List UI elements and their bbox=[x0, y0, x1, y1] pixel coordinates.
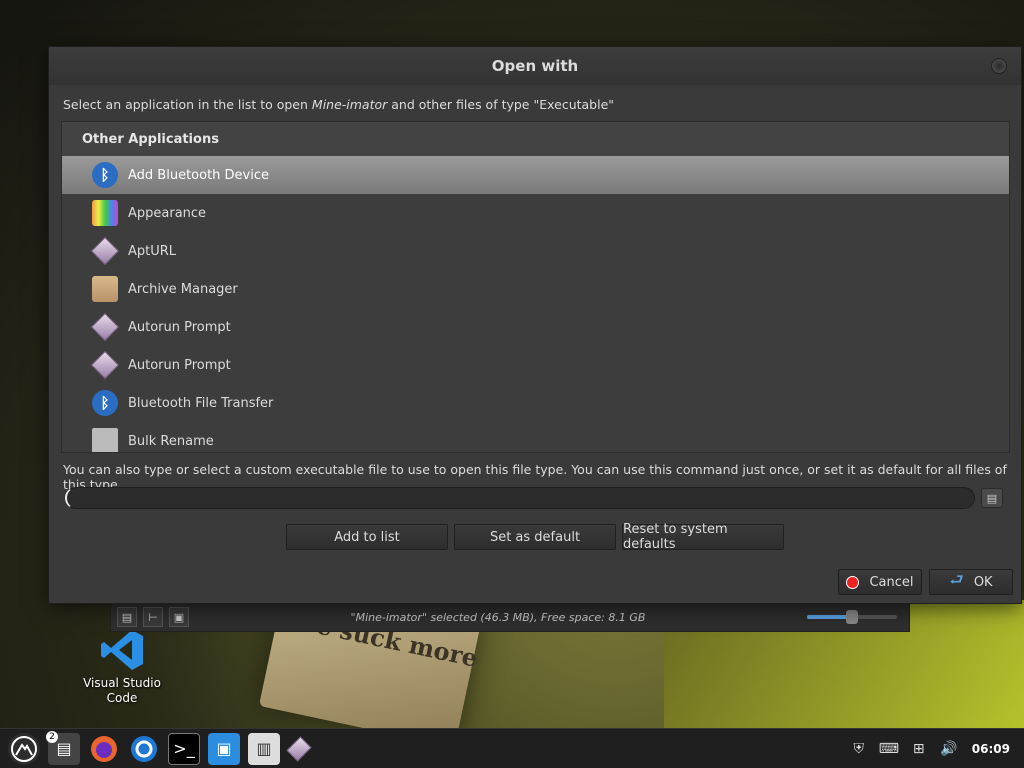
start-menu-icon[interactable] bbox=[8, 732, 40, 765]
file-manager-task-icon[interactable]: 2 ▤ bbox=[46, 730, 80, 765]
set-as-default-button[interactable]: Set as default bbox=[454, 524, 616, 550]
zoom-slider-knob[interactable] bbox=[846, 610, 858, 624]
mine-imator-task-icon[interactable] bbox=[286, 733, 320, 765]
bulk-rename-icon bbox=[92, 428, 118, 452]
terminal-toggle-icon[interactable]: ▣ bbox=[169, 607, 189, 627]
file-manager-status-text: "Mine-imator" selected (46.3 MB), Free s… bbox=[350, 610, 646, 624]
file-manager-statusbar: ▤ ⊢ ▣ "Mine-imator" selected (46.3 MB), … bbox=[110, 602, 910, 632]
app-list-item[interactable]: Archive Manager bbox=[62, 270, 1009, 308]
custom-command-input[interactable] bbox=[65, 487, 975, 509]
cancel-button[interactable]: Cancel bbox=[838, 569, 922, 595]
keyboard-icon[interactable]: ⌨ bbox=[878, 738, 900, 760]
open-with-dialog: Open with Select an application in the l… bbox=[48, 46, 1022, 604]
shield-icon[interactable]: ⛨ bbox=[848, 738, 870, 760]
tree-view-icon[interactable]: ⊢ bbox=[143, 607, 163, 627]
clock[interactable]: 06:09 bbox=[972, 742, 1010, 756]
desktop-icon-vscode[interactable]: Visual Studio Code bbox=[72, 628, 172, 706]
app-label: Add Bluetooth Device bbox=[128, 167, 270, 183]
zoom-slider[interactable] bbox=[807, 610, 897, 624]
app-list-item[interactable]: Autorun Prompt bbox=[62, 346, 1009, 384]
dialog-title: Open with bbox=[491, 57, 579, 75]
archive-task-icon[interactable]: ▥ bbox=[248, 732, 280, 765]
enter-arrow-icon: ⮐ bbox=[949, 569, 964, 589]
taskbar: 2 ▤ >_ ▣ ▥ ⛨ ⌨ ⊞ 🔊 06:09 bbox=[0, 728, 1024, 768]
app-list-item[interactable]: ᛒ Add Bluetooth Device bbox=[62, 156, 1009, 194]
app-label: AptURL bbox=[128, 243, 177, 259]
reset-defaults-button[interactable]: Reset to system defaults bbox=[622, 522, 784, 552]
app-list-item[interactable]: Appearance bbox=[62, 194, 1009, 232]
diamond-icon bbox=[90, 236, 120, 266]
store-icon[interactable]: ▣ bbox=[208, 732, 240, 765]
app-label: Appearance bbox=[128, 205, 207, 221]
volume-icon[interactable]: 🔊 bbox=[938, 738, 960, 760]
system-tray: ⛨ ⌨ ⊞ 🔊 06:09 bbox=[848, 738, 1024, 760]
cancel-icon bbox=[846, 575, 860, 589]
bluetooth-icon: ᛒ bbox=[92, 162, 118, 188]
intro-suffix: and other files of type "Executable" bbox=[387, 97, 615, 112]
close-icon[interactable] bbox=[991, 58, 1007, 74]
terminal-icon[interactable]: >_ bbox=[168, 732, 200, 765]
app-label: Autorun Prompt bbox=[128, 357, 231, 373]
network-icon[interactable]: ⊞ bbox=[908, 738, 930, 760]
app-list-item[interactable]: Autorun Prompt bbox=[62, 308, 1009, 346]
ok-button[interactable]: ⮐ OK bbox=[929, 569, 1013, 595]
browse-icon[interactable]: ▤ bbox=[981, 488, 1003, 508]
diamond-icon bbox=[286, 735, 312, 762]
cancel-label: Cancel bbox=[869, 574, 914, 590]
app-label: Bulk Rename bbox=[128, 433, 214, 449]
application-list[interactable]: Other Applications ᛒ Add Bluetooth Device… bbox=[61, 121, 1010, 453]
bluetooth-icon: ᛒ bbox=[92, 390, 118, 416]
folder-view-icon[interactable]: ▤ bbox=[117, 607, 137, 627]
task-badge: 2 bbox=[46, 730, 58, 743]
desktop-icon-label: Visual Studio Code bbox=[83, 676, 161, 705]
vscode-icon bbox=[99, 628, 145, 672]
archive-icon bbox=[92, 276, 118, 302]
diamond-icon bbox=[90, 312, 120, 342]
list-header: Other Applications bbox=[62, 122, 1009, 156]
app-label: Archive Manager bbox=[128, 281, 238, 297]
app-label: Bluetooth File Transfer bbox=[128, 395, 274, 411]
intro-filename: Mine-imator bbox=[311, 97, 388, 112]
app-label: Autorun Prompt bbox=[128, 319, 231, 335]
intro-prefix: Select an application in the list to ope… bbox=[63, 97, 312, 112]
diamond-icon bbox=[90, 350, 120, 380]
dialog-intro-text: Select an application in the list to ope… bbox=[63, 97, 614, 112]
browser-icon[interactable] bbox=[128, 733, 160, 765]
firefox-icon[interactable] bbox=[88, 733, 120, 765]
dialog-titlebar[interactable]: Open with bbox=[49, 47, 1021, 85]
app-list-item[interactable]: ᛒ Bluetooth File Transfer bbox=[62, 384, 1009, 422]
ok-label: OK bbox=[973, 574, 993, 590]
app-list-item[interactable]: Bulk Rename bbox=[62, 422, 1009, 452]
appearance-icon bbox=[92, 200, 118, 226]
app-list-item[interactable]: AptURL bbox=[62, 232, 1009, 270]
add-to-list-button[interactable]: Add to list bbox=[286, 524, 448, 550]
